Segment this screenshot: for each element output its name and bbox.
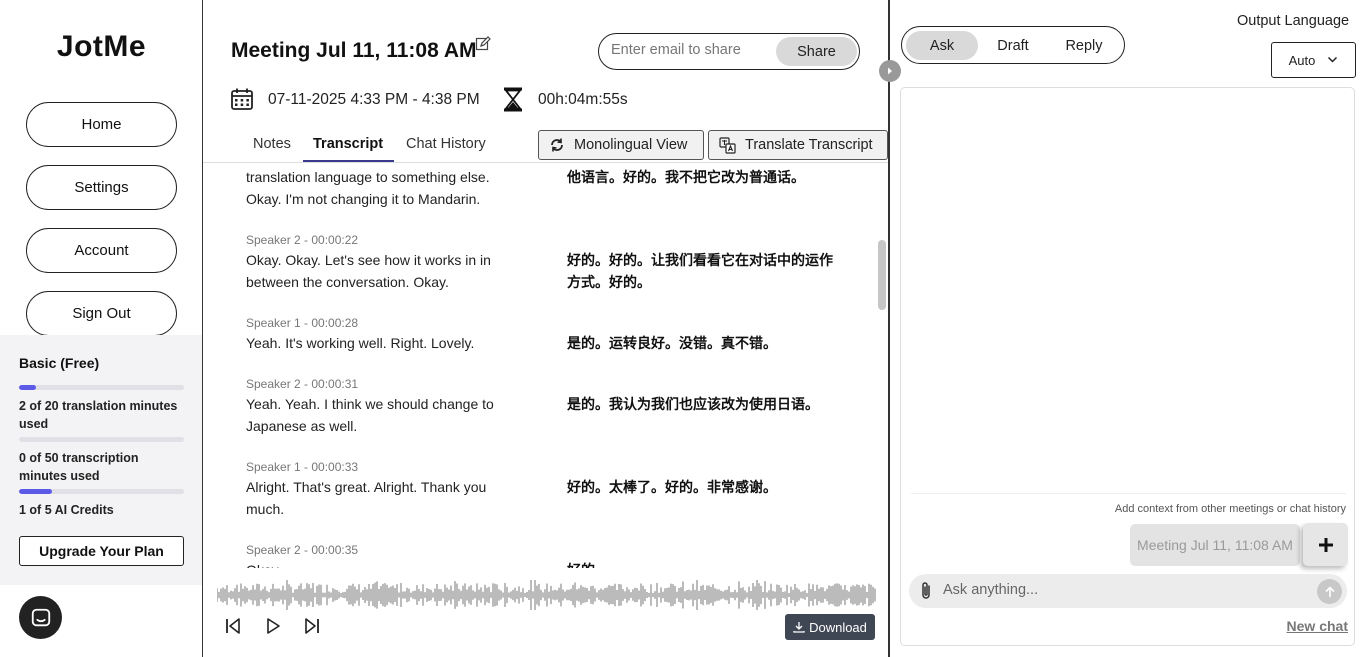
send-button[interactable] <box>1317 579 1342 604</box>
assistant-mode-toggle: Ask Draft Reply <box>901 26 1125 64</box>
chevron-right-icon <box>888 67 892 75</box>
new-chat-link[interactable]: New chat <box>1287 618 1348 634</box>
nav-home-button[interactable]: Home <box>26 102 177 147</box>
edit-title-icon[interactable] <box>475 36 491 57</box>
transcript-original-text: Okay. <box>246 559 521 568</box>
ai-credits-bar <box>19 489 184 494</box>
download-icon <box>793 622 805 633</box>
assistant-panel: Ask Draft Reply Output Language Auto Add… <box>891 0 1367 657</box>
translate-transcript-label: Translate Transcript <box>745 137 873 153</box>
transcript-entry: Speaker 2 - 00:00:35 Okay. 好的。 <box>246 543 866 568</box>
transcription-usage-text: 0 of 50 transcription minutes used <box>19 451 139 483</box>
monolingual-view-label: Monolingual View <box>574 137 688 153</box>
context-hint: Add context from other meetings or chat … <box>1114 503 1346 515</box>
chevron-down-icon <box>1328 56 1338 63</box>
mode-ask[interactable]: Ask <box>906 31 978 60</box>
nav-account-button[interactable]: Account <box>26 228 177 273</box>
transcript-original-text: Yeah. It's working well. Right. Lovely. <box>246 335 475 351</box>
transcript-translated-text: 好的。好的。让我们看看它在对话中的运作方式。好的。 <box>567 252 833 290</box>
audio-waveform[interactable] <box>217 580 877 610</box>
transcript-translated-text: 是的。我认为我们也应该改为使用日语。 <box>567 396 819 412</box>
tab-notes[interactable]: Notes <box>253 136 291 152</box>
transcript-entry: Speaker 2 - 00:00:31 Yeah. Yeah. I think… <box>246 377 866 434</box>
transcript-scrollbar[interactable] <box>876 163 888 568</box>
output-language-label: Output Language <box>1237 13 1350 29</box>
add-context-button[interactable] <box>1303 523 1348 566</box>
translate-transcript-button[interactable]: Translate Transcript <box>708 130 888 160</box>
transcript-original-text: translation language to something else. … <box>246 169 490 207</box>
meeting-duration: 00h:04m:55s <box>538 91 628 108</box>
speaker-timestamp: Speaker 2 - 00:00:31 <box>246 377 359 391</box>
speaker-timestamp: Speaker 1 - 00:00:33 <box>246 460 359 474</box>
skip-back-icon[interactable] <box>225 617 241 640</box>
calendar-icon <box>230 87 254 116</box>
collapse-panel-button[interactable] <box>879 60 901 82</box>
skip-forward-icon[interactable] <box>304 617 320 640</box>
mode-reply[interactable]: Reply <box>1048 31 1120 60</box>
paperclip-icon[interactable] <box>919 581 933 606</box>
speaker-timestamp: Speaker 2 - 00:00:35 <box>246 543 359 557</box>
nav-sign-out-button[interactable]: Sign Out <box>26 291 177 336</box>
transcript-translated-text: 好的。太棒了。好的。非常感谢。 <box>567 479 777 495</box>
tab-transcript[interactable]: Transcript <box>313 136 383 152</box>
monolingual-view-button[interactable]: Monolingual View <box>538 130 704 160</box>
translate-icon <box>719 136 736 154</box>
transcript-entry: Speaker 1 - 00:00:28 Yeah. It's working … <box>246 316 866 351</box>
translation-usage-bar <box>19 385 184 390</box>
support-chat-button[interactable] <box>19 596 62 639</box>
translation-usage-text: 2 of 20 translation minutes used <box>19 399 178 431</box>
nav-settings-button[interactable]: Settings <box>26 165 177 210</box>
share-box: Share <box>598 33 860 70</box>
transcript-translated-text: 好的。 <box>567 559 837 568</box>
context-chip[interactable]: Meeting Jul 11, 11:08 AM <box>1130 524 1300 566</box>
output-language-select[interactable]: Auto <box>1271 42 1356 78</box>
plan-usage-panel: Basic (Free) 2 of 20 translation minutes… <box>0 335 202 585</box>
transcript-list[interactable]: translation language to something else. … <box>203 163 888 568</box>
hourglass-icon <box>503 87 523 117</box>
output-language-value: Auto <box>1288 52 1316 68</box>
app-logo[interactable]: JotMe <box>0 30 203 64</box>
refresh-icon <box>551 138 563 152</box>
speaker-timestamp: Speaker 2 - 00:00:22 <box>246 233 359 247</box>
share-button[interactable]: Share <box>776 37 857 66</box>
share-email-input[interactable] <box>611 42 771 58</box>
meeting-datetime: 07-11-2025 4:33 PM - 4:38 PM <box>268 91 480 108</box>
transcript-original-text: Okay. Okay. Let's see how it works in in… <box>246 252 491 290</box>
ask-box <box>909 574 1347 608</box>
meeting-panel: Meeting Jul 11, 11:08 AM Share 07-11-202… <box>203 0 890 657</box>
ai-credits-text: 1 of 5 AI Credits <box>19 503 114 517</box>
transcript-translated-text: 是的。运转良好。没错。真不错。 <box>567 335 777 351</box>
plus-icon <box>1318 537 1333 552</box>
plan-title: Basic (Free) <box>19 355 100 371</box>
transcript-entry: Speaker 2 - 00:00:22 Okay. Okay. Let's s… <box>246 233 866 290</box>
transcript-original-text: Alright. That's great. Alright. Thank yo… <box>246 479 487 517</box>
tab-chat-history[interactable]: Chat History <box>406 136 486 152</box>
transcript-translated-text: 他语言。好的。我不把它改为普通话。 <box>567 169 805 185</box>
ask-input[interactable] <box>943 582 1303 598</box>
speaker-timestamp: Speaker 1 - 00:00:28 <box>246 316 359 330</box>
transcription-usage-bar <box>19 437 184 442</box>
chat-icon <box>31 608 50 626</box>
sidebar: JotMe Home Settings Account Sign Out Bas… <box>0 0 203 657</box>
transcript-original-text: Yeah. Yeah. I think we should change to … <box>246 396 494 434</box>
chat-area: Add context from other meetings or chat … <box>900 87 1355 646</box>
play-icon[interactable] <box>265 617 281 640</box>
download-label: Download <box>809 619 867 635</box>
mode-draft[interactable]: Draft <box>980 31 1046 60</box>
transcript-scroll-thumb[interactable] <box>878 240 886 310</box>
upgrade-plan-button[interactable]: Upgrade Your Plan <box>19 536 184 566</box>
arrow-up-icon <box>1324 585 1335 597</box>
meeting-title: Meeting Jul 11, 11:08 AM <box>231 39 477 62</box>
download-button[interactable]: Download <box>785 614 875 640</box>
transcript-entry: Speaker 1 - 00:00:33 Alright. That's gre… <box>246 460 866 517</box>
chat-divider <box>911 493 1346 494</box>
